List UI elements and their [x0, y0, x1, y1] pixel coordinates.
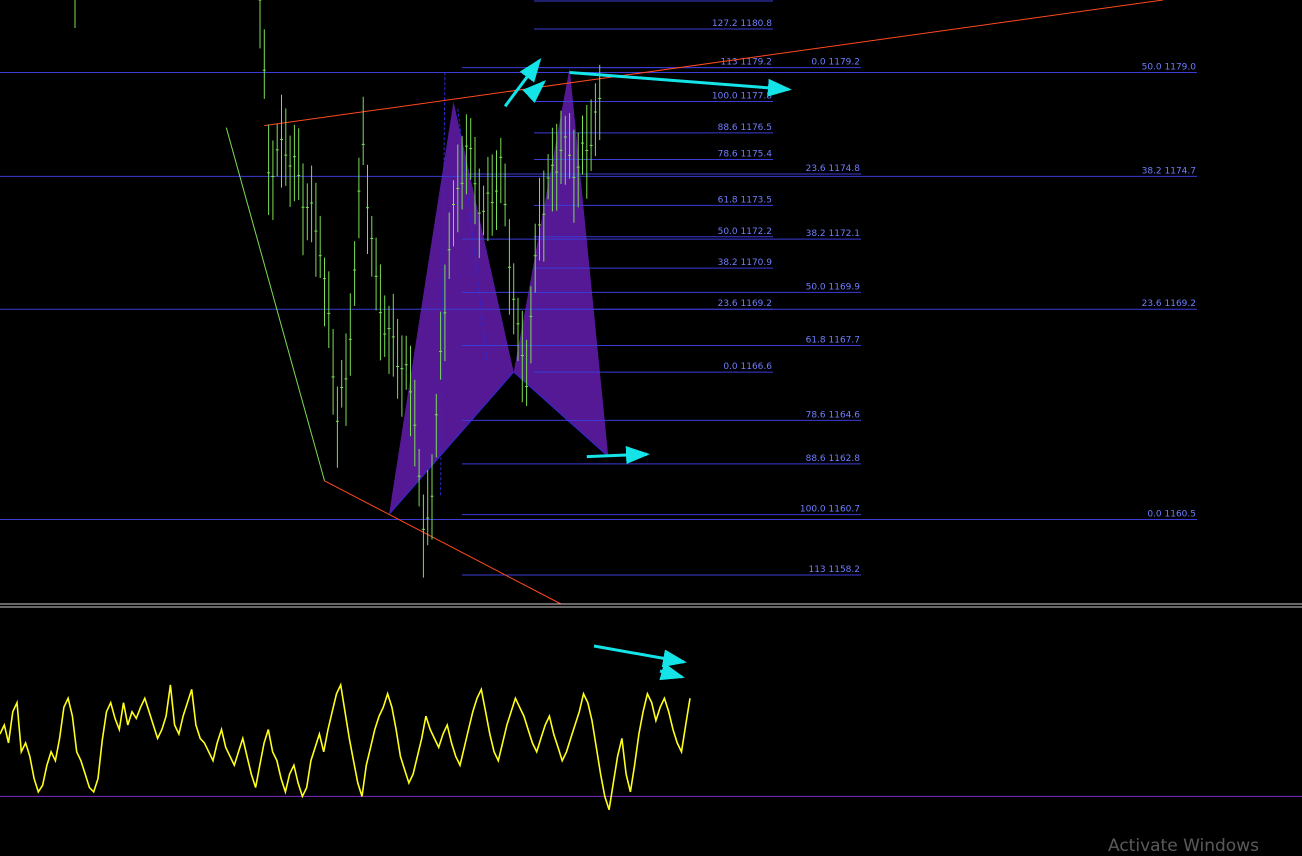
- fib_set_a-label-6: 50.0 1172.2: [718, 227, 772, 237]
- price-divergence-arrow-2[interactable]: [569, 70, 792, 97]
- fib_set_a-label-3: 88.6 1176.5: [718, 123, 772, 133]
- trend-channel-connector: [225, 127, 325, 481]
- fib_set_b-label-6: 88.6 1162.8: [806, 454, 861, 464]
- fib_set_b-label-0: 0.0 1179.2: [811, 58, 860, 68]
- fib_set_a-label-2: 100.0 1177.8: [712, 91, 772, 101]
- harmonic-pattern-layer: [388, 67, 609, 515]
- fib_set_b-label-7: 100.0 1160.7: [800, 505, 860, 515]
- oscillator-line[interactable]: [0, 682, 691, 811]
- fib_set_a-label-7: 38.2 1170.9: [718, 258, 773, 268]
- fibonacci-levels-layer: 127.2 1180.8 113 1179.2 100.0 1177.8 88.6 1…: [0, 0, 1197, 576]
- fib_set_a-label-8: 23.6 1169.2: [718, 299, 772, 309]
- fib_set_a-label-1: 113 1179.2: [720, 58, 772, 68]
- activate-windows-watermark: Activate Windows: [1108, 836, 1259, 856]
- price-divergence-arrow-3[interactable]: [586, 446, 650, 465]
- fib_set_a-label-5: 61.8 1173.5: [718, 195, 772, 205]
- oscillator-divergence-arrow-1[interactable]: [659, 662, 685, 681]
- fib_set_c-label-0: 50.0 1179.0: [1142, 62, 1197, 72]
- oscillator-layer: [0, 644, 1302, 811]
- trend-channel-layer: [225, 0, 1164, 605]
- fib_set_b-label-4: 61.8 1167.7: [806, 335, 860, 345]
- fib_set_c-label-1: 38.2 1174.7: [1142, 166, 1196, 176]
- fib_set_c-label-3: 0.0 1160.5: [1147, 509, 1196, 519]
- trend-channel-lower[interactable]: [324, 480, 562, 605]
- fib_set_b-label-1: 23.6 1174.8: [806, 164, 861, 174]
- fib_set_b-label-2: 38.2 1172.1: [806, 229, 860, 239]
- price-bars-layer: [74, 0, 602, 578]
- trading-chart[interactable]: 127.2 1180.8 113 1179.2 100.0 1177.8 88.6 1…: [0, 0, 1302, 856]
- fib_set_b-label-5: 78.6 1164.6: [806, 410, 861, 420]
- oscillator-divergence-arrow-0[interactable]: [593, 644, 687, 668]
- fib_set_b-label-8: 113 1158.2: [808, 565, 860, 575]
- fib_set_a-label-9: 0.0 1166.6: [723, 362, 772, 372]
- chart-canvas[interactable]: 127.2 1180.8 113 1179.2 100.0 1177.8 88.6 1…: [0, 0, 1302, 851]
- pattern-triangle-xab[interactable]: [389, 101, 514, 515]
- fib_set_b-label-3: 50.0 1169.9: [806, 282, 861, 292]
- fib_set_c-label-2: 23.6 1169.2: [1142, 299, 1196, 309]
- fib_set_a-label-0: 127.2 1180.8: [712, 19, 772, 29]
- fib_set_a-label-4: 78.6 1175.4: [718, 149, 773, 159]
